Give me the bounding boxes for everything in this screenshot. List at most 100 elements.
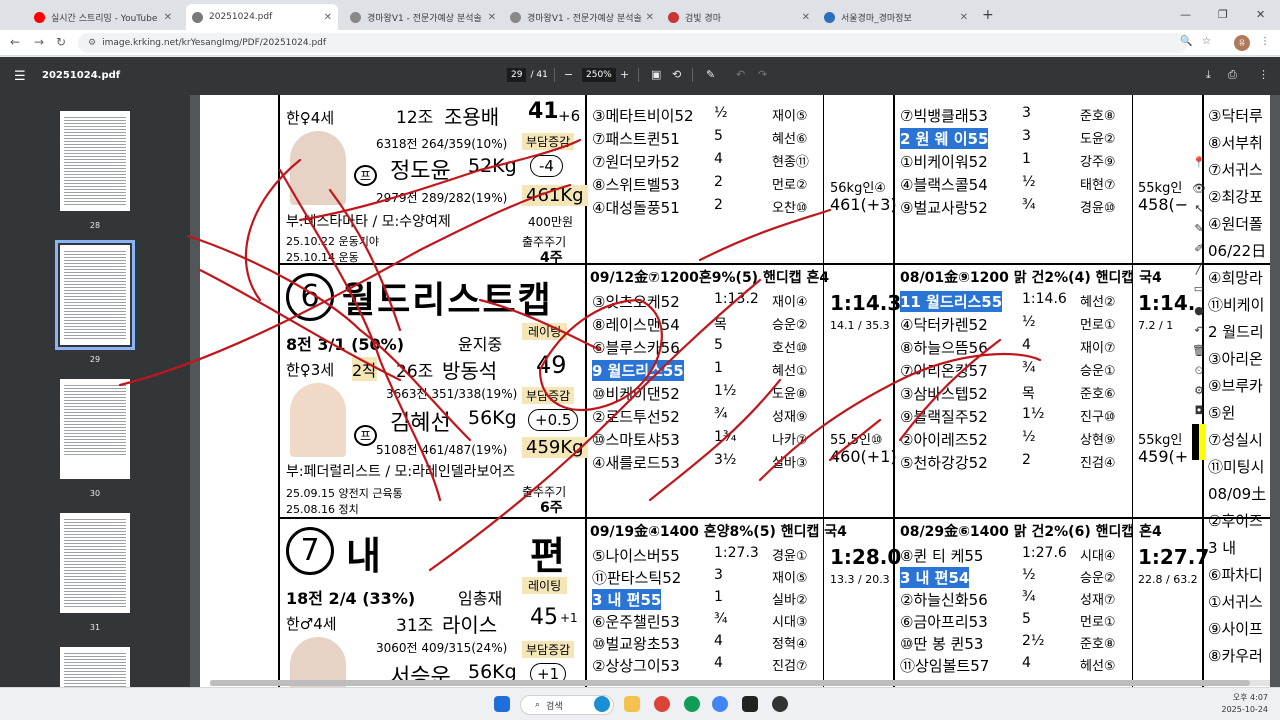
- page-thumbnail[interactable]: [60, 513, 130, 613]
- race-margin: 목: [1022, 386, 1035, 402]
- far-right-entry: ⑥파차디: [1208, 566, 1263, 584]
- close-icon[interactable]: ✕: [802, 12, 810, 23]
- race-entry: ⑤천하강강52: [900, 454, 988, 472]
- close-icon[interactable]: ✕: [646, 12, 654, 23]
- pdf-viewer[interactable]: 한♀4세 12조 조용배 41 +6 6318전 264/359(10%) 부담…: [190, 95, 1280, 687]
- obs-icon[interactable]: [772, 696, 788, 712]
- race-entry: ⑧하늘으뜸56: [900, 339, 988, 357]
- rotate-icon[interactable]: ⟲: [672, 68, 681, 81]
- trainer-stats: 3663전 351/338(19%): [386, 387, 518, 401]
- more-icon[interactable]: ⋮: [1258, 68, 1269, 81]
- chrome-icon[interactable]: [654, 696, 670, 712]
- dot-icon[interactable]: ●: [1192, 304, 1206, 318]
- chrome-icon[interactable]: [712, 696, 728, 712]
- close-icon[interactable]: ✕: [960, 12, 968, 23]
- download-icon[interactable]: ⤓: [1206, 68, 1211, 82]
- page-thumbnail[interactable]: [60, 647, 130, 687]
- url-field[interactable]: ⚙ image.krking.net/krYesangImg/PDF/20251…: [78, 33, 1188, 53]
- site-icon: [510, 11, 521, 23]
- edge-icon[interactable]: [594, 696, 610, 712]
- race-entry: 3 내 편54: [900, 567, 970, 588]
- race-entry: ④블랙스콜54: [900, 176, 988, 194]
- settings-icon[interactable]: ⚙: [1192, 384, 1206, 398]
- camera-icon[interactable]: ◘: [1192, 404, 1206, 418]
- race-margin: 5: [714, 337, 723, 353]
- tab-krking-2[interactable]: 경마왕V1 - 전문가예상 분석솔 ✕: [504, 4, 660, 30]
- race-entry: ⑥운주챌린53: [592, 613, 680, 631]
- close-window-icon[interactable]: ✕: [1256, 8, 1265, 21]
- file-explorer-icon[interactable]: [624, 696, 640, 712]
- page-thumbnail[interactable]: [60, 379, 130, 479]
- tab-seoul[interactable]: 서울경마_경마정보 ✕: [818, 4, 974, 30]
- race-jockey: 현종⑪: [772, 155, 809, 170]
- race-jockey: 재이⑤: [772, 571, 808, 586]
- tab-krking-1[interactable]: 경마왕V1 - 전문가예상 분석솔 ✕: [344, 4, 502, 30]
- print-icon[interactable]: ⎙: [1228, 68, 1237, 82]
- close-icon[interactable]: ✕: [324, 12, 332, 23]
- cursor-icon[interactable]: ↖: [1192, 202, 1206, 216]
- clock-date: 2025-10-24: [1221, 705, 1269, 714]
- race-entry: ⑦빅뱅클래53: [900, 107, 988, 125]
- race-jockey: 도윤②: [1080, 132, 1116, 147]
- page-thumbnail[interactable]: [60, 111, 130, 211]
- clock[interactable]: 오후 4:07 2025-10-24: [1222, 692, 1269, 716]
- undo-icon[interactable]: ↶: [1192, 324, 1206, 338]
- back-icon[interactable]: ←: [10, 35, 20, 49]
- clock-icon[interactable]: ⏲: [1192, 364, 1206, 378]
- menu-icon[interactable]: ☰: [14, 69, 26, 84]
- race-margin: 3: [1022, 128, 1031, 144]
- far-right-entry: ⑤윈: [1208, 404, 1236, 422]
- trainer-stats: 6318전 264/359(10%): [376, 137, 508, 151]
- race-margin: ½: [1022, 567, 1036, 583]
- bookmark-icon[interactable]: ☆: [1202, 36, 1211, 47]
- restore-icon[interactable]: ❐: [1218, 8, 1228, 21]
- thumbnail-number: 29: [89, 355, 101, 364]
- trash-icon[interactable]: 🗑: [1192, 344, 1206, 358]
- close-icon[interactable]: ✕: [164, 12, 172, 23]
- zoom-out-icon[interactable]: −: [564, 68, 573, 81]
- note: 25.08.16 정치: [286, 503, 359, 516]
- minimize-icon[interactable]: —: [1180, 8, 1191, 21]
- windows-start-icon[interactable]: [494, 696, 510, 712]
- app-icon[interactable]: [742, 696, 758, 712]
- reload-icon[interactable]: ↻: [56, 35, 66, 49]
- chrome-icon[interactable]: [684, 696, 700, 712]
- page-input[interactable]: 29: [507, 68, 527, 82]
- tab-gumbit[interactable]: 검빛 경마 ✕: [662, 4, 816, 30]
- eraser-icon[interactable]: ▭: [1192, 282, 1206, 296]
- forward-icon[interactable]: →: [34, 35, 44, 49]
- color-palette[interactable]: [1192, 424, 1206, 460]
- race-margin: ¾: [1022, 197, 1036, 213]
- tab-label: 서울경마_경마정보: [841, 13, 912, 24]
- fit-page-icon[interactable]: ▣: [651, 68, 661, 81]
- race-split: 22.8 / 63.2: [1138, 573, 1198, 586]
- tab-pdf[interactable]: 20251024.pdf ✕: [186, 4, 338, 30]
- tab-youtube[interactable]: 실시간 스트리밍 - YouTube St ✕: [28, 4, 178, 30]
- redo-icon[interactable]: ↷: [758, 68, 767, 81]
- page-thumbnail-selected[interactable]: [55, 240, 135, 350]
- eye-icon[interactable]: 👁: [1192, 182, 1206, 196]
- far-right-entry: 06/22日: [1208, 242, 1267, 260]
- annotate-icon[interactable]: ✎: [706, 68, 715, 81]
- zoom-in-icon[interactable]: +: [620, 68, 629, 81]
- horizontal-scrollbar[interactable]: [210, 680, 1270, 686]
- race-margin: ¾: [1022, 360, 1036, 376]
- race-jockey: 경윤⑩: [1080, 201, 1116, 216]
- marker-icon[interactable]: ✐: [1192, 242, 1206, 256]
- pen-icon[interactable]: ✎: [1192, 222, 1206, 236]
- zoom-icon[interactable]: 🔍: [1180, 36, 1192, 47]
- undo-icon[interactable]: ↶: [736, 68, 745, 81]
- trainer-name: 라이스: [442, 613, 498, 637]
- note: 25.10.14 운동: [286, 251, 359, 264]
- new-tab-button[interactable]: +: [982, 7, 994, 23]
- profile-avatar[interactable]: 유: [1234, 35, 1250, 51]
- site-info-icon[interactable]: ⚙: [88, 38, 96, 48]
- rating-adj: +1: [560, 611, 578, 625]
- race-entry: ⑩딴 봉 퀸53: [900, 635, 984, 653]
- line-icon[interactable]: ╱: [1192, 262, 1206, 276]
- menu-icon[interactable]: ⋮: [1260, 36, 1270, 47]
- zoom-input[interactable]: 250%: [582, 68, 616, 82]
- close-icon[interactable]: ✕: [488, 12, 496, 23]
- thumbnail-sidebar: 28 29 30 31: [0, 95, 190, 687]
- pin-icon[interactable]: 📍: [1192, 156, 1206, 170]
